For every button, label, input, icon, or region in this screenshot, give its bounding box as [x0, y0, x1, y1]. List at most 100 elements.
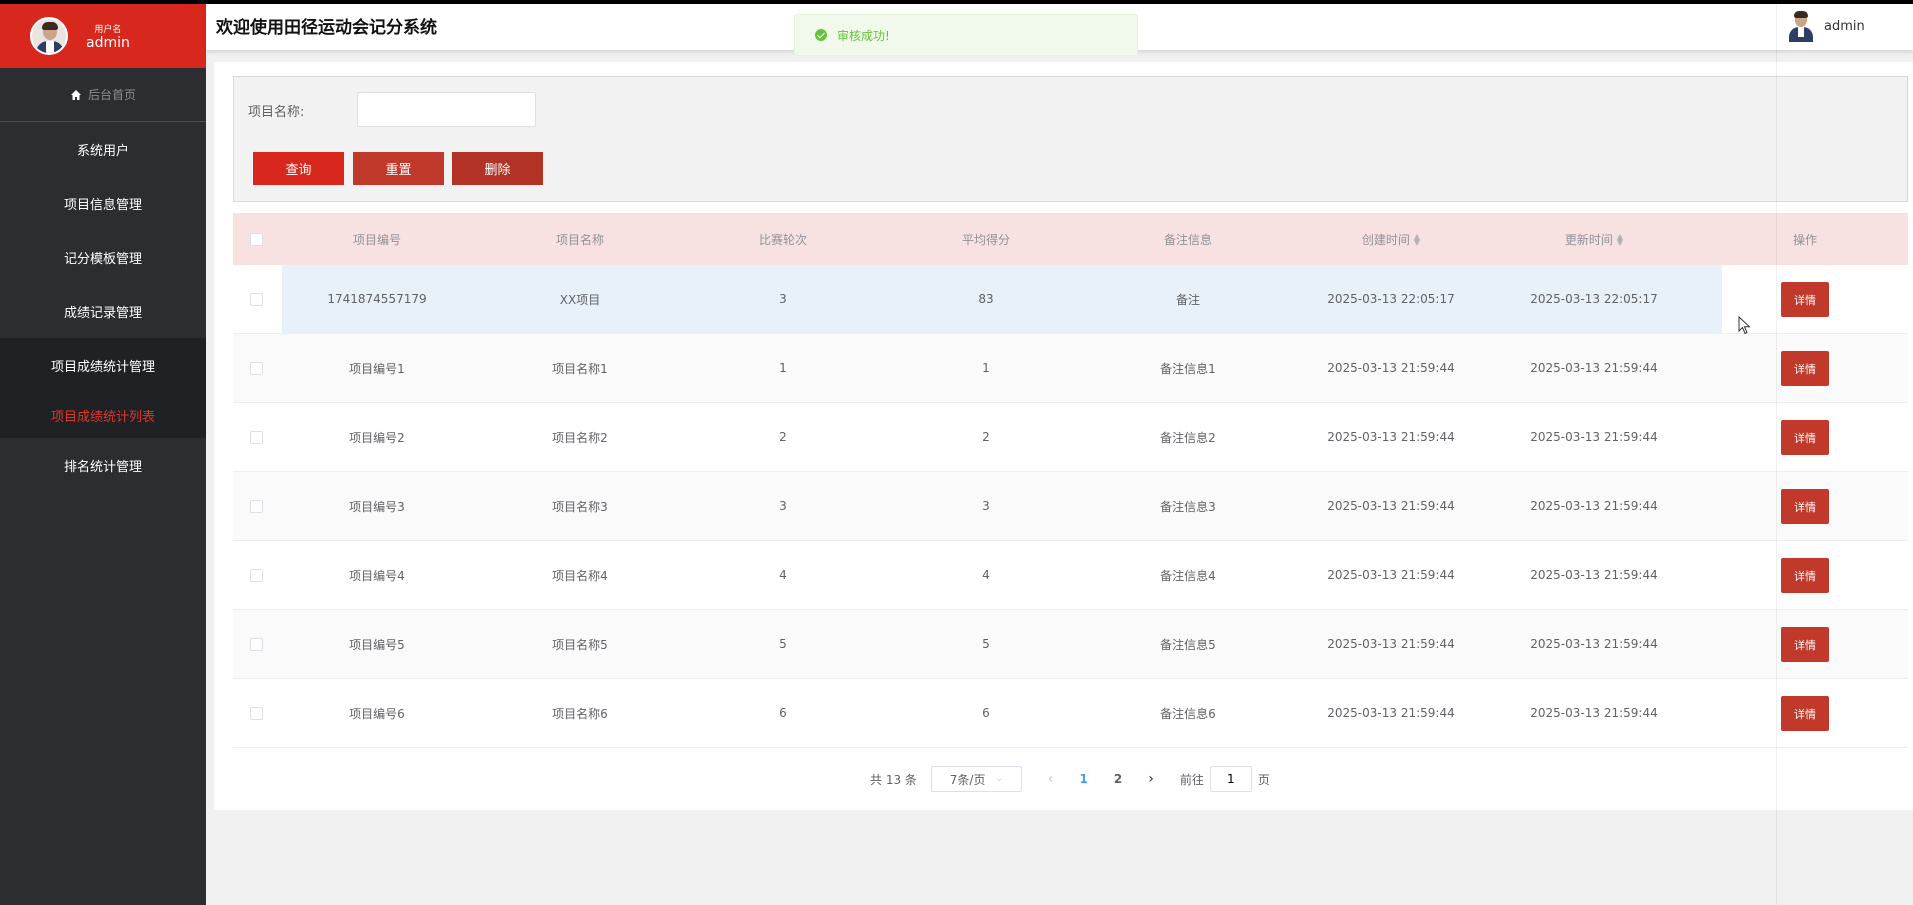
- page-size-value: 7条/页: [949, 772, 986, 787]
- cell-remark: 备注信息6: [1160, 706, 1216, 721]
- goto-label: 前往: [1179, 772, 1204, 787]
- cell-project-id: 项目编号1: [349, 361, 405, 376]
- cell-round: 3: [779, 292, 787, 306]
- sidebar-item-home[interactable]: 后台首页: [0, 68, 206, 122]
- sidebar-item-score-records[interactable]: 成绩记录管理: [0, 284, 206, 338]
- cell-updated-time: 2025-03-13 21:59:44: [1530, 499, 1658, 513]
- cell-avg-score: 1: [982, 361, 990, 375]
- col-header-updated[interactable]: 更新时间 ▲ ▼: [1534, 231, 1654, 248]
- delete-button[interactable]: 删除: [452, 152, 543, 185]
- cell-created-time: 2025-03-13 21:59:44: [1327, 568, 1455, 582]
- select-all-checkbox[interactable]: [250, 233, 263, 246]
- cell-project-name: 项目名称1: [552, 361, 608, 376]
- sidebar-item-home-label: 后台首页: [87, 88, 136, 102]
- detail-button[interactable]: 详情: [1781, 282, 1829, 317]
- row-checkbox[interactable]: [250, 293, 263, 306]
- page-size-select[interactable]: 7条/页 ⌄: [930, 766, 1022, 792]
- query-button[interactable]: 查询: [253, 152, 344, 185]
- detail-button[interactable]: 详情: [1781, 627, 1829, 662]
- cell-project-name: 项目名称3: [552, 499, 608, 514]
- project-name-input[interactable]: [357, 92, 536, 127]
- pagination-total: 共 13 条: [870, 772, 917, 787]
- table-row[interactable]: 项目编号6 项目名称6 6 6 备注信息6 2025-03-13 21:59:44 2025…: [233, 679, 1908, 748]
- sidebar: 用户名 admin 后台首页 系统用户 项目信息管理 记分模板管理 成绩记录管理…: [0, 4, 206, 905]
- mouse-cursor-icon: [1738, 316, 1751, 335]
- next-page-button[interactable]: ›: [1148, 771, 1154, 787]
- cell-project-id: 项目编号6: [349, 706, 405, 721]
- search-panel: 项目名称: 查询 重置 删除: [233, 76, 1908, 202]
- toast-message: 审核成功!: [837, 28, 890, 43]
- col-header-project-name: 项目名称: [555, 232, 604, 247]
- table-body: 1741874557179 XX项目 3 83 备注 2025-03-13 22:05:1…: [233, 265, 1908, 748]
- col-header-project-id: 项目编号: [352, 232, 401, 247]
- row-checkbox[interactable]: [250, 707, 263, 720]
- sidebar-user-box: 用户名 admin: [0, 4, 206, 68]
- header-avatar: [1788, 10, 1814, 42]
- search-label: 项目名称:: [248, 105, 305, 120]
- row-checkbox[interactable]: [250, 638, 263, 651]
- cell-created-time: 2025-03-13 22:05:17: [1327, 292, 1455, 306]
- user-name: admin: [86, 34, 130, 51]
- prev-page-button[interactable]: ‹: [1048, 771, 1054, 787]
- cell-updated-time: 2025-03-13 21:59:44: [1530, 361, 1658, 375]
- cell-project-id: 1741874557179: [327, 292, 427, 306]
- cell-project-id: 项目编号5: [349, 637, 405, 652]
- cell-round: 1: [779, 361, 787, 375]
- row-checkbox[interactable]: [250, 362, 263, 375]
- cell-avg-score: 6: [982, 706, 990, 720]
- table-row[interactable]: 1741874557179 XX项目 3 83 备注 2025-03-13 22:05:1…: [233, 265, 1908, 334]
- cell-round: 4: [779, 568, 787, 582]
- detail-button[interactable]: 详情: [1781, 351, 1829, 386]
- cell-round: 3: [779, 499, 787, 513]
- page-suffix-label: 页: [1257, 772, 1270, 787]
- goto-page-input[interactable]: [1209, 766, 1252, 792]
- sidebar-item-score-template[interactable]: 记分模板管理: [0, 230, 206, 284]
- col-header-created[interactable]: 创建时间 ▲ ▼: [1331, 231, 1451, 248]
- cell-remark: 备注信息5: [1160, 637, 1216, 652]
- sidebar-item-system-users[interactable]: 系统用户: [0, 122, 206, 176]
- cell-created-time: 2025-03-13 21:59:44: [1327, 361, 1455, 375]
- reset-button[interactable]: 重置: [353, 152, 444, 185]
- detail-button[interactable]: 详情: [1781, 696, 1829, 731]
- row-checkbox[interactable]: [250, 569, 263, 582]
- sort-caret-icon[interactable]: ▲ ▼: [1414, 233, 1420, 247]
- col-header-avg-score: 平均得分: [961, 232, 1010, 247]
- detail-button[interactable]: 详情: [1781, 558, 1829, 593]
- detail-button[interactable]: 详情: [1781, 420, 1829, 455]
- row-checkbox[interactable]: [250, 431, 263, 444]
- table-header: 项目编号 项目名称 比赛轮次 平均得分 备注信息 创建时间 ▲ ▼ 更新时间 ▲ ▼ 操…: [233, 213, 1908, 265]
- success-toast: 审核成功!: [794, 14, 1138, 56]
- cell-project-id: 项目编号2: [349, 430, 405, 445]
- cell-round: 2: [779, 430, 787, 444]
- cell-round: 5: [779, 637, 787, 651]
- cell-updated-time: 2025-03-13 22:05:17: [1530, 292, 1658, 306]
- table-row[interactable]: 项目编号1 项目名称1 1 1 备注信息1 2025-03-13 21:59:44 2025…: [233, 334, 1908, 403]
- cell-created-time: 2025-03-13 21:59:44: [1327, 706, 1455, 720]
- detail-button[interactable]: 详情: [1781, 489, 1829, 524]
- page-number-2[interactable]: 2: [1114, 772, 1122, 786]
- table-row[interactable]: 项目编号3 项目名称3 3 3 备注信息3 2025-03-13 21:59:44 2025…: [233, 472, 1908, 541]
- success-check-icon: [815, 29, 827, 41]
- table-row[interactable]: 项目编号2 项目名称2 2 2 备注信息2 2025-03-13 21:59:44 2025…: [233, 403, 1908, 472]
- row-checkbox[interactable]: [250, 500, 263, 513]
- page-number-1[interactable]: 1: [1080, 772, 1088, 786]
- user-avatar: [30, 17, 68, 55]
- data-table: 项目编号 项目名称 比赛轮次 平均得分 备注信息 创建时间 ▲ ▼ 更新时间 ▲ ▼ 操…: [233, 213, 1908, 748]
- sidebar-subitem-project-stats-list[interactable]: 项目成绩统计列表: [0, 392, 206, 438]
- header-user-menu[interactable]: admin: [1788, 10, 1865, 42]
- table-row[interactable]: 项目编号4 项目名称4 4 4 备注信息4 2025-03-13 21:59:44 2025…: [233, 541, 1908, 610]
- cell-remark: 备注信息1: [1160, 361, 1216, 376]
- cell-avg-score: 83: [978, 292, 994, 306]
- pagination: 共 13 条 7条/页 ⌄ ‹ 1 2 › 前往 页: [870, 765, 1270, 793]
- cell-project-name: 项目名称5: [552, 637, 608, 652]
- table-row[interactable]: 项目编号5 项目名称5 5 5 备注信息5 2025-03-13 21:59:44 2025…: [233, 610, 1908, 679]
- sidebar-item-project-stats[interactable]: 项目成绩统计管理: [0, 338, 206, 392]
- cell-created-time: 2025-03-13 21:59:44: [1327, 499, 1455, 513]
- sidebar-item-ranking-stats[interactable]: 排名统计管理: [0, 438, 206, 492]
- sort-caret-icon[interactable]: ▲ ▼: [1617, 233, 1623, 247]
- cell-avg-score: 2: [982, 430, 990, 444]
- cell-round: 6: [779, 706, 787, 720]
- cell-remark: 备注信息3: [1160, 499, 1216, 514]
- sidebar-item-project-info[interactable]: 项目信息管理: [0, 176, 206, 230]
- cell-remark: 备注: [1175, 292, 1200, 307]
